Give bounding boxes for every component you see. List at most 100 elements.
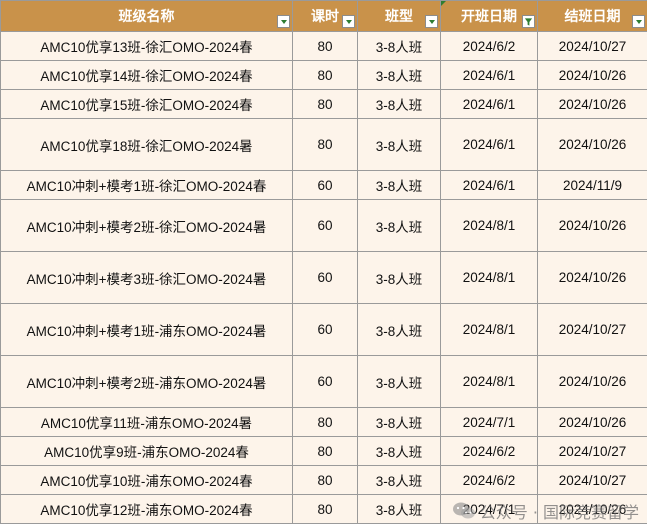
cell-class-name[interactable]: AMC10优享9班-浦东OMO-2024春 — [0, 436, 293, 466]
cell-class-type[interactable]: 3-8人班 — [357, 465, 441, 495]
cell-class-name[interactable]: AMC10冲刺+模考2班-徐汇OMO-2024暑 — [0, 199, 293, 252]
column-header-class-type: 班型 — [357, 0, 441, 32]
cell-end-date[interactable]: 2024/10/27 — [537, 31, 647, 61]
cell-start-date[interactable]: 2024/6/1 — [440, 118, 538, 171]
cell-start-date[interactable]: 2024/6/1 — [440, 170, 538, 200]
cell-start-date[interactable]: 2024/6/2 — [440, 436, 538, 466]
chevron-down-icon — [345, 19, 352, 24]
cell-class-type[interactable]: 3-8人班 — [357, 170, 441, 200]
cell-start-date[interactable]: 2024/6/1 — [440, 89, 538, 119]
cell-end-date[interactable]: 2024/10/27 — [537, 436, 647, 466]
table-row: AMC10冲刺+模考2班-浦东OMO-2024暑 60 3-8人班 2024/8/1 2… — [0, 355, 647, 408]
cell-class-type[interactable]: 3-8人班 — [357, 60, 441, 90]
cell-end-date[interactable]: 2024/10/26 — [537, 355, 647, 408]
cell-end-date[interactable]: 2024/10/26 — [537, 407, 647, 437]
table-row: AMC10优享18班-徐汇OMO-2024暑 80 3-8人班 2024/6/1 202… — [0, 118, 647, 171]
filter-active-button[interactable] — [522, 15, 535, 28]
filter-funnel-icon — [524, 17, 533, 26]
column-header-label: 开班日期 — [461, 9, 517, 25]
cell-comment-marker — [441, 1, 446, 6]
cell-end-date[interactable]: 2024/10/26 — [537, 118, 647, 171]
table-row: AMC10冲刺+模考1班-浦东OMO-2024暑 60 3-8人班 2024/8/1 2… — [0, 303, 647, 356]
cell-class-name[interactable]: AMC10冲刺+模考1班-浦东OMO-2024暑 — [0, 303, 293, 356]
cell-class-type[interactable]: 3-8人班 — [357, 89, 441, 119]
cell-class-name[interactable]: AMC10优享12班-浦东OMO-2024春 — [0, 494, 293, 524]
cell-class-name[interactable]: AMC10优享18班-徐汇OMO-2024暑 — [0, 118, 293, 171]
column-header-label: 课时 — [311, 9, 339, 25]
cell-end-date[interactable]: 2024/10/26 — [537, 89, 647, 119]
cell-class-name[interactable]: AMC10优享13班-徐汇OMO-2024春 — [0, 31, 293, 61]
table-row: AMC10优享13班-徐汇OMO-2024春 80 3-8人班 2024/6/2 202… — [0, 31, 647, 61]
filter-dropdown-button[interactable] — [342, 15, 355, 28]
cell-hours[interactable]: 80 — [292, 89, 358, 119]
cell-start-date[interactable]: 2024/8/1 — [440, 199, 538, 252]
column-header-end-date: 结班日期 — [537, 0, 647, 32]
cell-hours[interactable]: 60 — [292, 355, 358, 408]
cell-end-date[interactable]: 2024/11/9 — [537, 170, 647, 200]
cell-class-name[interactable]: AMC10优享15班-徐汇OMO-2024春 — [0, 89, 293, 119]
cell-hours[interactable]: 60 — [292, 303, 358, 356]
cell-hours[interactable]: 80 — [292, 118, 358, 171]
cell-class-type[interactable]: 3-8人班 — [357, 199, 441, 252]
cell-class-name[interactable]: AMC10冲刺+模考2班-浦东OMO-2024暑 — [0, 355, 293, 408]
cell-hours[interactable]: 60 — [292, 170, 358, 200]
cell-class-type[interactable]: 3-8人班 — [357, 31, 441, 61]
cell-end-date[interactable]: 2024/10/26 — [537, 251, 647, 304]
cell-start-date[interactable]: 2024/8/1 — [440, 251, 538, 304]
cell-start-date[interactable]: 2024/8/1 — [440, 355, 538, 408]
column-header-label: 班级名称 — [118, 9, 175, 25]
cell-hours[interactable]: 80 — [292, 465, 358, 495]
header-row: 班级名称 课时 班型 开班日期 结班日期 — [0, 0, 647, 32]
column-header-start-date: 开班日期 — [440, 0, 538, 32]
cell-hours[interactable]: 80 — [292, 60, 358, 90]
cell-start-date[interactable]: 2024/7/1 — [440, 407, 538, 437]
cell-class-name[interactable]: AMC10优享11班-浦东OMO-2024暑 — [0, 407, 293, 437]
cell-class-type[interactable]: 3-8人班 — [357, 494, 441, 524]
cell-class-type[interactable]: 3-8人班 — [357, 436, 441, 466]
cell-hours[interactable]: 60 — [292, 199, 358, 252]
cell-hours[interactable]: 80 — [292, 31, 358, 61]
cell-end-date[interactable]: 2024/10/26 — [537, 494, 647, 524]
cell-start-date[interactable]: 2024/6/2 — [440, 31, 538, 61]
cell-class-name[interactable]: AMC10冲刺+模考1班-徐汇OMO-2024春 — [0, 170, 293, 200]
cell-hours[interactable]: 60 — [292, 251, 358, 304]
cell-start-date[interactable]: 2024/7/1 — [440, 494, 538, 524]
cell-end-date[interactable]: 2024/10/27 — [537, 303, 647, 356]
cell-start-date[interactable]: 2024/6/2 — [440, 465, 538, 495]
cell-hours[interactable]: 80 — [292, 436, 358, 466]
cell-class-name[interactable]: AMC10冲刺+模考3班-徐汇OMO-2024暑 — [0, 251, 293, 304]
cell-class-type[interactable]: 3-8人班 — [357, 251, 441, 304]
cell-class-type[interactable]: 3-8人班 — [357, 355, 441, 408]
cell-hours[interactable]: 80 — [292, 407, 358, 437]
cell-class-type[interactable]: 3-8人班 — [357, 303, 441, 356]
filter-dropdown-button[interactable] — [277, 15, 290, 28]
column-header-label: 班型 — [385, 9, 413, 25]
cell-class-name[interactable]: AMC10优享14班-徐汇OMO-2024春 — [0, 60, 293, 90]
cell-end-date[interactable]: 2024/10/27 — [537, 465, 647, 495]
chevron-down-icon — [635, 19, 642, 24]
table-row: AMC10冲刺+模考1班-徐汇OMO-2024春 60 3-8人班 2024/6/1 2… — [0, 170, 647, 200]
chevron-down-icon — [428, 19, 435, 24]
table-row: AMC10优享11班-浦东OMO-2024暑 80 3-8人班 2024/7/1 202… — [0, 407, 647, 437]
table-row: AMC10冲刺+模考3班-徐汇OMO-2024暑 60 3-8人班 2024/8/1 2… — [0, 251, 647, 304]
column-header-hours: 课时 — [292, 0, 358, 32]
column-header-label: 结班日期 — [564, 9, 621, 25]
filter-dropdown-button[interactable] — [632, 15, 645, 28]
cell-end-date[interactable]: 2024/10/26 — [537, 199, 647, 252]
table-row: AMC10优享15班-徐汇OMO-2024春 80 3-8人班 2024/6/1 202… — [0, 89, 647, 119]
table-row: AMC10优享12班-浦东OMO-2024春 80 3-8人班 2024/7/1 202… — [0, 494, 647, 524]
cell-class-name[interactable]: AMC10优享10班-浦东OMO-2024春 — [0, 465, 293, 495]
filter-dropdown-button[interactable] — [425, 15, 438, 28]
cell-end-date[interactable]: 2024/10/26 — [537, 60, 647, 90]
table-row: AMC10优享14班-徐汇OMO-2024春 80 3-8人班 2024/6/1 202… — [0, 60, 647, 90]
table-row: AMC10冲刺+模考2班-徐汇OMO-2024暑 60 3-8人班 2024/8/1 2… — [0, 199, 647, 252]
cell-start-date[interactable]: 2024/8/1 — [440, 303, 538, 356]
spreadsheet-table: 班级名称 课时 班型 开班日期 结班日期 AMC10优享13班-徐汇OMO-20… — [0, 0, 647, 524]
table-body: AMC10优享13班-徐汇OMO-2024春 80 3-8人班 2024/6/2 202… — [0, 31, 647, 524]
chevron-down-icon — [280, 19, 287, 24]
cell-start-date[interactable]: 2024/6/1 — [440, 60, 538, 90]
cell-class-type[interactable]: 3-8人班 — [357, 118, 441, 171]
cell-class-type[interactable]: 3-8人班 — [357, 407, 441, 437]
cell-hours[interactable]: 80 — [292, 494, 358, 524]
column-header-class-name: 班级名称 — [0, 0, 293, 32]
